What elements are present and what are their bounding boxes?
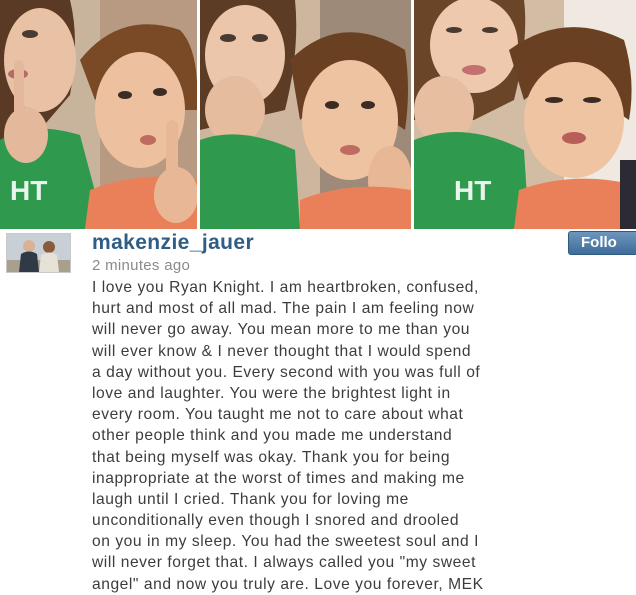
caption-line: laugh until I cried. Thank you for lovin…	[92, 490, 409, 508]
selfie-image-1: HT	[0, 0, 197, 229]
caption-line: inappropriate at the worst of times and …	[92, 469, 465, 487]
post-caption: I love you Ryan Knight. I am heartbroken…	[92, 277, 636, 595]
caption-line: other people think and you made me under…	[92, 427, 453, 445]
caption-line: angel" and now you truly are. Love you f…	[92, 575, 484, 593]
caption-line: every room. You taught me not to care ab…	[92, 406, 464, 424]
username-link[interactable]: makenzie_jauer	[92, 231, 254, 255]
caption-line: a day without you. Every second with you…	[92, 363, 481, 381]
caption-line: on you in my sleep. You had the sweetest…	[92, 533, 479, 551]
photo-3[interactable]: HT	[414, 0, 636, 229]
photo-1[interactable]: HT	[0, 0, 197, 229]
photo-strip: HT HT	[0, 0, 636, 229]
post-timestamp: 2 minutes ago	[92, 257, 191, 274]
caption-line: love and laughter. You were the brightes…	[92, 384, 451, 402]
caption-line: that being myself was okay. Thank you fo…	[92, 448, 451, 466]
shirt-text-1: HT	[10, 175, 47, 206]
shirt-text-3: HT	[454, 175, 491, 206]
photo-2[interactable]	[200, 0, 411, 229]
post-caption-panel: makenzie_jauer 2 minutes ago Follo I lov…	[0, 229, 636, 593]
caption-line: will never forget that. I always called …	[92, 554, 476, 572]
caption-line: will ever know & I never thought that I …	[92, 342, 472, 360]
selfie-image-2	[200, 0, 411, 229]
avatar[interactable]	[6, 233, 71, 273]
caption-line: unconditionally even though I snored and…	[92, 512, 460, 530]
follow-button[interactable]: Follo	[568, 231, 636, 255]
caption-line: will never go away. You mean more to me …	[92, 321, 471, 339]
avatar-image	[7, 234, 70, 272]
caption-line: I love you Ryan Knight. I am heartbroken…	[92, 279, 479, 296]
selfie-image-3: HT	[414, 0, 636, 229]
caption-line: hurt and most of all mad. The pain I am …	[92, 300, 475, 318]
